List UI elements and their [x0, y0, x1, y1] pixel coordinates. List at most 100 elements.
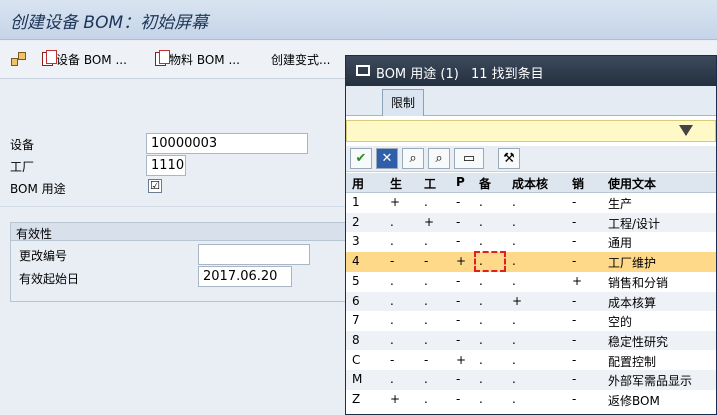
- popup-title: BOM 用途 (1): [376, 67, 459, 82]
- tools-icon: ⚒: [503, 151, 515, 166]
- popup.rows.1-cell: 工程/设计: [608, 216, 661, 231]
- cancel-button[interactable]: ✕: [376, 148, 398, 169]
- material-bom-label: 物料 BOM ...: [169, 52, 240, 67]
- change-number-field[interactable]: [198, 244, 310, 265]
- popup.rows.3-cell: -: [424, 254, 429, 269]
- popup.rows.8-cell: 配置控制: [608, 354, 657, 369]
- bom-usage-label: BOM 用途: [10, 182, 66, 196]
- popup.rows.9-cell: .: [390, 372, 394, 387]
- popup.rows.8-cell: -: [572, 352, 577, 367]
- popup.rows.6-cell: -: [456, 313, 461, 328]
- popup.rows.3-cell: -: [390, 254, 395, 269]
- header-cell: 使用文本: [608, 177, 657, 191]
- popup.rows.6-cell: 7: [352, 313, 360, 328]
- popup.rows.10-cell: 返修BOM: [608, 394, 660, 408]
- valid-from-field[interactable]: 2017.06.20: [198, 266, 292, 287]
- popup.rows.10-cell: .: [479, 392, 483, 406]
- popup.rows.1-cell: 2: [352, 214, 360, 229]
- equipment-field[interactable]: 10000003: [146, 133, 308, 154]
- create-variant-button[interactable]: 创建变式...: [271, 49, 330, 69]
- popup.rows.10-cell: -: [456, 392, 461, 406]
- popup.rows.1-cell: +: [424, 214, 435, 229]
- table-row[interactable]: 3.. -.. - 通用: [346, 232, 716, 252]
- header-cell: P: [456, 175, 465, 189]
- popup.rows.4-cell: 5: [352, 273, 360, 288]
- table-row[interactable]: 6.. -. + - 成本核算: [346, 291, 716, 311]
- popup.rows.7-cell: 稳定性研究: [608, 334, 669, 349]
- binoculars-plus-icon: ⌕: [435, 151, 443, 166]
- settings-button[interactable]: ⚒: [498, 148, 520, 169]
- popup.rows.3-cell: 4: [352, 254, 360, 269]
- popup.rows.0-cell: -: [456, 195, 461, 209]
- popup.rows.2-cell: -: [456, 234, 461, 249]
- print-button[interactable]: ▭: [454, 148, 484, 169]
- popup.rows.2-cell: 3: [352, 234, 360, 249]
- equipment-label: 设备: [10, 138, 35, 152]
- table-row[interactable]: 1 +. -.. - 生产: [346, 193, 716, 213]
- find-button[interactable]: ⌕: [402, 148, 424, 169]
- filter-bar[interactable]: [346, 120, 716, 142]
- header-cell: 生: [390, 177, 403, 191]
- popup.rows.6-cell: -: [572, 313, 577, 328]
- popup.rows.1-cell: -: [572, 214, 577, 229]
- plant-field[interactable]: 1110: [146, 155, 186, 176]
- popup.rows.4-cell: .: [479, 273, 483, 288]
- header-cell: 备: [479, 177, 492, 191]
- popup.rows.2-cell: .: [390, 234, 394, 249]
- popup-toolbar: ✔ ✕ ⌕ ⌕ ▭ ⚒: [346, 146, 716, 172]
- confirm-button[interactable]: ✔: [350, 148, 372, 169]
- bom-usage-checkbox[interactable]: ☑: [148, 179, 162, 193]
- popup.rows.7-cell: .: [512, 332, 516, 347]
- table-row[interactable]: Z +. -.. - 返修BOM: [346, 390, 716, 410]
- popup.rows.5-cell: .: [479, 293, 483, 308]
- bom-usage-popup: BOM 用途 (1) 11 找到条目 限制 ✔ ✕ ⌕ ⌕ ▭ ⚒ 用生工P备成…: [345, 55, 717, 415]
- popup.rows.6-cell: .: [390, 313, 394, 328]
- filter-icon[interactable]: [679, 125, 693, 136]
- table-row[interactable]: M.. -.. - 外部军需品显示: [346, 370, 716, 390]
- popup.rows.3-cell: -: [572, 254, 577, 269]
- popup.rows.5-cell: 6: [352, 293, 360, 308]
- hierarchy-button[interactable]: [10, 49, 32, 69]
- popup.rows.7-cell: .: [390, 332, 394, 347]
- window-icon: [356, 65, 370, 76]
- create-variant-label: 创建变式...: [271, 52, 331, 67]
- table-row[interactable]: 4- - +.. - 工厂维护: [346, 251, 716, 273]
- popup.rows.5-cell: 成本核算: [608, 295, 657, 310]
- table-row[interactable]: C - - +.. - 配置控制: [346, 351, 716, 371]
- popup.rows.8-cell: C: [352, 352, 361, 367]
- popup.rows.3-cell: +: [456, 254, 467, 269]
- header-cell: 用: [352, 177, 365, 191]
- selected-cell[interactable]: [474, 251, 506, 273]
- validity-title: 有效性: [16, 227, 53, 241]
- popup.rows.4-cell: +: [572, 273, 583, 288]
- popup.rows.9-cell: .: [424, 372, 428, 387]
- material-bom-button[interactable]: 物料 BOM ...: [153, 49, 240, 69]
- table-row[interactable]: 5.. -.. + 销售和分销: [346, 272, 716, 292]
- popup.rows.1-cell: -: [456, 214, 461, 229]
- popup.rows.1-cell: .: [512, 214, 516, 229]
- tab-restrictions[interactable]: 限制: [382, 89, 424, 116]
- popup.rows.0-cell: .: [479, 195, 483, 209]
- popup.rows.8-cell: -: [424, 352, 429, 367]
- popup.rows.5-cell: .: [390, 293, 394, 308]
- table-row[interactable]: 8.. -.. - 稳定性研究: [346, 330, 716, 351]
- popup.rows.6-cell: .: [424, 313, 428, 328]
- popup.rows.3-cell: .: [512, 254, 516, 269]
- popup.rows.9-cell: M: [352, 372, 363, 387]
- popup.rows.0-cell: .: [512, 195, 516, 209]
- table-row[interactable]: 2. + -.. - 工程/设计: [346, 212, 716, 233]
- popup.rows.6-cell: 空的: [608, 315, 633, 330]
- popup.rows.0-cell: -: [572, 195, 577, 209]
- popup.rows.6-cell: .: [479, 313, 483, 328]
- popup.rows.4-cell: .: [424, 273, 428, 288]
- find-next-button[interactable]: ⌕: [428, 148, 450, 169]
- equipment-bom-button[interactable]: 设备 BOM ...: [40, 49, 127, 69]
- table-row[interactable]: 7.. -.. - 空的: [346, 311, 716, 331]
- table-header: 用 生 工 P 备 成本核 销 使用文本: [346, 173, 716, 193]
- popup.rows.5-cell: -: [572, 293, 577, 308]
- popup.rows.9-cell: -: [456, 372, 461, 387]
- popup.rows.5-cell: +: [512, 293, 523, 308]
- popup.rows.2-cell: .: [512, 234, 516, 249]
- popup-title-bar: BOM 用途 (1) 11 找到条目: [346, 56, 716, 86]
- valid-from-label: 有效起始日: [19, 272, 80, 286]
